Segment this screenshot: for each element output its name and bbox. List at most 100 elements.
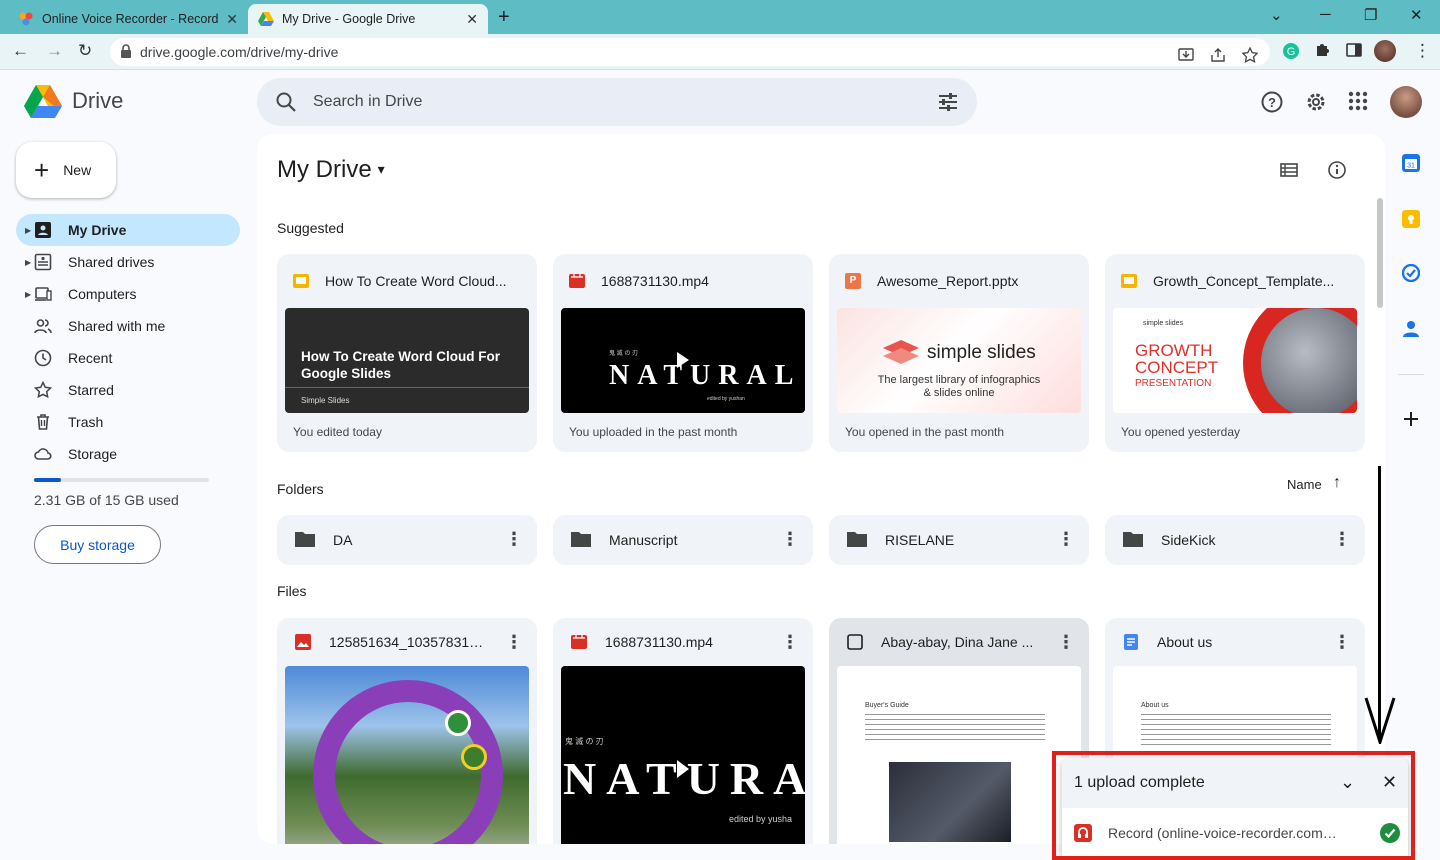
folder-icon	[1123, 532, 1143, 547]
more-actions-icon[interactable]: ⋮	[781, 632, 799, 653]
tab-close-icon[interactable]: ✕	[466, 11, 478, 28]
sidebar-item-recent[interactable]: Recent	[16, 342, 240, 374]
list-view-icon[interactable]	[1279, 160, 1299, 180]
thumbnail-graphic	[461, 744, 487, 770]
sidebar-item-shared-with-me[interactable]: Shared with me	[16, 310, 240, 342]
play-icon[interactable]	[675, 758, 691, 780]
more-actions-icon[interactable]: ⋮	[781, 529, 799, 550]
file-thumbnail: 鬼 滅 の 刃 NATURAL edited by yusha	[561, 666, 805, 844]
file-card[interactable]: 125851634_1035783186... ⋮	[277, 618, 537, 844]
more-actions-icon[interactable]: ⋮	[1057, 632, 1075, 653]
folder-item[interactable]: SideKick ⋮	[1105, 515, 1365, 565]
suggested-card[interactable]: 1688731130.mp4 鬼 滅 の 刃 NATURAL edited by…	[553, 254, 813, 452]
sidebar-item-trash[interactable]: Trash	[16, 406, 240, 438]
tab-title: Online Voice Recorder - Record V	[42, 12, 221, 26]
new-tab-button[interactable]: +	[498, 6, 510, 29]
folder-name: DA	[333, 532, 353, 548]
tasks-icon[interactable]	[1402, 264, 1420, 282]
calendar-icon[interactable]: 31	[1402, 154, 1420, 172]
search-placeholder: Search in Drive	[313, 93, 423, 110]
folder-icon	[295, 532, 315, 547]
info-icon[interactable]	[1327, 160, 1347, 180]
account-avatar[interactable]	[1390, 86, 1422, 118]
suggested-card[interactable]: P Awesome_Report.pptx simple slides The l…	[829, 254, 1089, 452]
bookmark-star-icon[interactable]	[1242, 47, 1258, 63]
folder-item[interactable]: RISELANE ⋮	[829, 515, 1089, 565]
tab-voice-recorder[interactable]: Online Voice Recorder - Record V ✕	[8, 4, 248, 34]
folder-item[interactable]: DA ⋮	[277, 515, 537, 565]
select-checkbox-icon[interactable]	[847, 634, 863, 650]
file-name: How To Create Word Cloud...	[325, 273, 507, 289]
doc-image	[889, 762, 1011, 842]
minimize-button[interactable]: ─	[1320, 6, 1331, 23]
thumbnail-kanji: 鬼 滅 の 刃	[565, 737, 604, 746]
new-button[interactable]: + New	[16, 142, 116, 198]
tab-google-drive[interactable]: My Drive - Google Drive ✕	[248, 4, 488, 34]
video-file-icon	[569, 274, 585, 288]
google-slides-icon	[1121, 274, 1137, 288]
title-dropdown-caret-icon[interactable]: ▾	[378, 161, 385, 177]
drive-logo[interactable]: Drive	[24, 84, 123, 118]
address-bar[interactable]: drive.google.com/drive/my-drive	[110, 38, 1270, 66]
file-card[interactable]: Abay-abay, Dina Jane ... ⋮ Buyer's Guide	[829, 618, 1089, 844]
storage-progress-bar	[34, 478, 209, 482]
lock-icon	[121, 44, 131, 58]
browser-profile-avatar[interactable]	[1374, 40, 1396, 62]
restore-button[interactable]: ❐	[1364, 6, 1377, 24]
activity-text: You opened in the past month	[845, 425, 1005, 439]
reload-button[interactable]: ↻	[78, 41, 92, 61]
forward-button[interactable]: →	[46, 41, 63, 61]
doc-title: Buyer's Guide	[865, 702, 909, 709]
keep-icon[interactable]	[1402, 210, 1420, 228]
file-thumbnail	[285, 666, 529, 844]
install-icon[interactable]	[1178, 47, 1194, 63]
more-actions-icon[interactable]: ⋮	[505, 529, 523, 550]
play-icon[interactable]	[675, 350, 691, 370]
sidebar-item-storage[interactable]: Storage	[16, 438, 240, 470]
sort-by-name-button[interactable]: Name	[1287, 477, 1322, 492]
extensions-puzzle-icon[interactable]	[1314, 42, 1330, 58]
sidebar-item-starred[interactable]: Starred	[16, 374, 240, 406]
doc-text-lines	[865, 714, 1045, 744]
file-card[interactable]: 1688731130.mp4 ⋮ 鬼 滅 の 刃 NATURAL edited …	[553, 618, 813, 844]
suggested-card[interactable]: How To Create Word Cloud... How To Creat…	[277, 254, 537, 452]
storage-usage-text: 2.31 GB of 15 GB used	[34, 492, 179, 508]
search-icon[interactable]	[275, 91, 297, 113]
page-title[interactable]: My Drive ▾	[277, 156, 385, 184]
sidebar-item-shared-drives[interactable]: ▶ Shared drives	[16, 246, 240, 278]
expand-arrow-icon[interactable]: ▶	[25, 226, 31, 235]
sidebar-item-computers[interactable]: ▶ Computers	[16, 278, 240, 310]
main-scrollbar[interactable]	[1377, 198, 1383, 308]
thumbnail-graphic	[445, 710, 471, 736]
file-name: Growth_Concept_Template...	[1153, 273, 1335, 289]
expand-arrow-icon[interactable]: ▶	[25, 258, 31, 267]
apps-grid-icon[interactable]	[1347, 90, 1369, 112]
window-close-button[interactable]: ✕	[1410, 6, 1423, 24]
search-bar[interactable]: Search in Drive	[257, 78, 977, 126]
suggested-card[interactable]: Growth_Concept_Template... simple slides…	[1105, 254, 1365, 452]
settings-gear-icon[interactable]	[1304, 90, 1328, 114]
back-button[interactable]: ←	[12, 41, 29, 61]
more-actions-icon[interactable]: ⋮	[1333, 529, 1351, 550]
more-actions-icon[interactable]: ⋮	[1057, 529, 1075, 550]
grammarly-extension-icon[interactable]: G	[1282, 42, 1300, 60]
video-file-icon	[571, 635, 587, 649]
folder-item[interactable]: Manuscript ⋮	[553, 515, 813, 565]
more-actions-icon[interactable]: ⋮	[505, 632, 523, 653]
share-icon[interactable]	[1210, 47, 1226, 63]
contacts-icon[interactable]	[1402, 320, 1420, 338]
tab-title: My Drive - Google Drive	[282, 12, 416, 26]
browser-menu-icon[interactable]: ⋮	[1414, 41, 1431, 61]
help-icon[interactable]: ?	[1260, 90, 1284, 114]
sidebar-item-my-drive[interactable]: ▶ My Drive	[16, 214, 240, 246]
more-actions-icon[interactable]: ⋮	[1333, 632, 1351, 653]
buy-storage-button[interactable]: Buy storage	[34, 525, 161, 564]
tab-close-icon[interactable]: ✕	[226, 11, 238, 28]
sidebar-item-label: Starred	[68, 382, 114, 398]
sort-direction-arrow-icon[interactable]: ↑	[1333, 474, 1341, 492]
search-options-icon[interactable]	[937, 91, 959, 113]
add-icon[interactable]	[1402, 410, 1420, 428]
expand-arrow-icon[interactable]: ▶	[25, 290, 31, 299]
side-panel-icon[interactable]	[1346, 42, 1362, 58]
tab-search-icon[interactable]: ⌄	[1270, 6, 1283, 24]
